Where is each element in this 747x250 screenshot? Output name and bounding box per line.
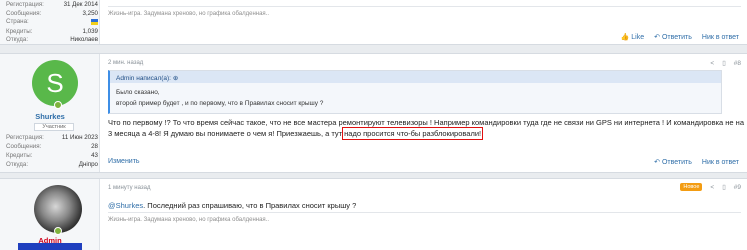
post-2-tools: < ▯ #8	[710, 59, 741, 68]
post-1: Регистрация: 31 Дек 2014 Сообщения: 3,250 …	[0, 0, 747, 45]
stat-row: Страна:	[6, 18, 98, 26]
reply-button[interactable]: ↶ Ответить	[654, 33, 692, 42]
edit-link[interactable]: Изменить	[108, 158, 140, 165]
stat-row: Кредиты: 43	[6, 152, 98, 159]
stat-row: Регистрация: 11 Июн 2023	[6, 134, 98, 141]
stat-row: Сообщения: 28	[6, 143, 98, 150]
post-body: Что по первому !? То что время сейчас та…	[108, 118, 744, 140]
reply-button[interactable]: ↶ Ответить	[654, 158, 692, 167]
new-badge: Новое	[680, 183, 703, 191]
reply-icon: ↶	[654, 159, 660, 166]
post-time[interactable]: 2 мин. назад	[108, 60, 143, 66]
post-number[interactable]: #9	[734, 184, 741, 191]
signature-divider	[108, 6, 741, 7]
post-2-actions: ↶ Ответить Ник в ответ	[654, 158, 739, 167]
post-1-user-cell: Регистрация: 31 Дек 2014 Сообщения: 3,250 …	[0, 0, 100, 44]
reply-icon: ↶	[654, 34, 660, 41]
signature: Жизнь-игра. Задумана хреново, но графика…	[108, 217, 270, 223]
post-3-user-cell: Admin	[0, 179, 100, 250]
share-icon[interactable]: <	[710, 184, 714, 191]
quote-block: Admin написал(а): ⊕ Было сказано, второй…	[108, 70, 722, 114]
online-indicator-icon	[54, 227, 62, 235]
stat-row: Кредиты: 1,039	[6, 28, 98, 35]
post-3-content: 1 минуту назад Новое < ▯ #9 @Shurkes. По…	[108, 179, 747, 250]
bookmark-icon[interactable]: ▯	[722, 59, 726, 67]
expand-quote-icon[interactable]: ⊕	[173, 75, 178, 82]
signature: Жизнь-игра. Задумана хреново, но графика…	[108, 11, 270, 17]
avatar[interactable]: S	[32, 60, 78, 106]
stat-row: Откуда: Днiпро	[6, 161, 98, 168]
quote-header[interactable]: Admin написал(а): ⊕	[110, 71, 721, 83]
stat-row: Регистрация: 31 Дек 2014	[6, 1, 98, 8]
like-button[interactable]: 👍 Like	[620, 33, 645, 42]
avatar[interactable]	[34, 185, 82, 233]
post-1-actions: 👍 Like ↶ Ответить Ник в ответ	[620, 33, 739, 42]
ukraine-flag-icon	[91, 19, 98, 25]
online-indicator-icon	[54, 101, 62, 109]
post-body: @Shurkes. Последний раз спрашиваю, что в…	[108, 201, 357, 210]
username[interactable]: Shurkes	[0, 112, 100, 121]
quote-body: Было сказано, второй пример будет , и по…	[116, 89, 324, 107]
bookmark-icon[interactable]: ▯	[722, 183, 726, 191]
post-time[interactable]: 1 минуту назад	[108, 185, 150, 191]
signature-divider	[108, 212, 741, 213]
post-2-content: 2 мин. назад < ▯ #8 Admin написал(а): ⊕ …	[108, 54, 747, 172]
mention-button[interactable]: Ник в ответ	[702, 158, 739, 166]
stat-row: Сообщения: 3,250	[6, 10, 98, 17]
post-number[interactable]: #8	[734, 60, 741, 67]
mention-button[interactable]: Ник в ответ	[702, 33, 739, 41]
post-2-user-cell: S Shurkes Участник Регистрация: 11 Июн 20…	[0, 54, 100, 172]
user-mention[interactable]: @Shurkes	[108, 201, 143, 210]
user-role-badge: Участник	[34, 123, 74, 131]
post-2: S Shurkes Участник Регистрация: 11 Июн 20…	[0, 53, 747, 173]
admin-rank-banner	[18, 243, 82, 250]
share-icon[interactable]: <	[710, 60, 714, 67]
post-3-tools: Новое < ▯ #9	[680, 183, 741, 191]
stat-row: Откуда: Николаев	[6, 36, 98, 43]
post-3: Admin 1 минуту назад Новое < ▯ #9 @Shurk…	[0, 178, 747, 250]
highlighted-text: надо просится что-бы разблокировали!	[342, 126, 484, 140]
thumbs-up-icon: 👍	[620, 34, 630, 41]
